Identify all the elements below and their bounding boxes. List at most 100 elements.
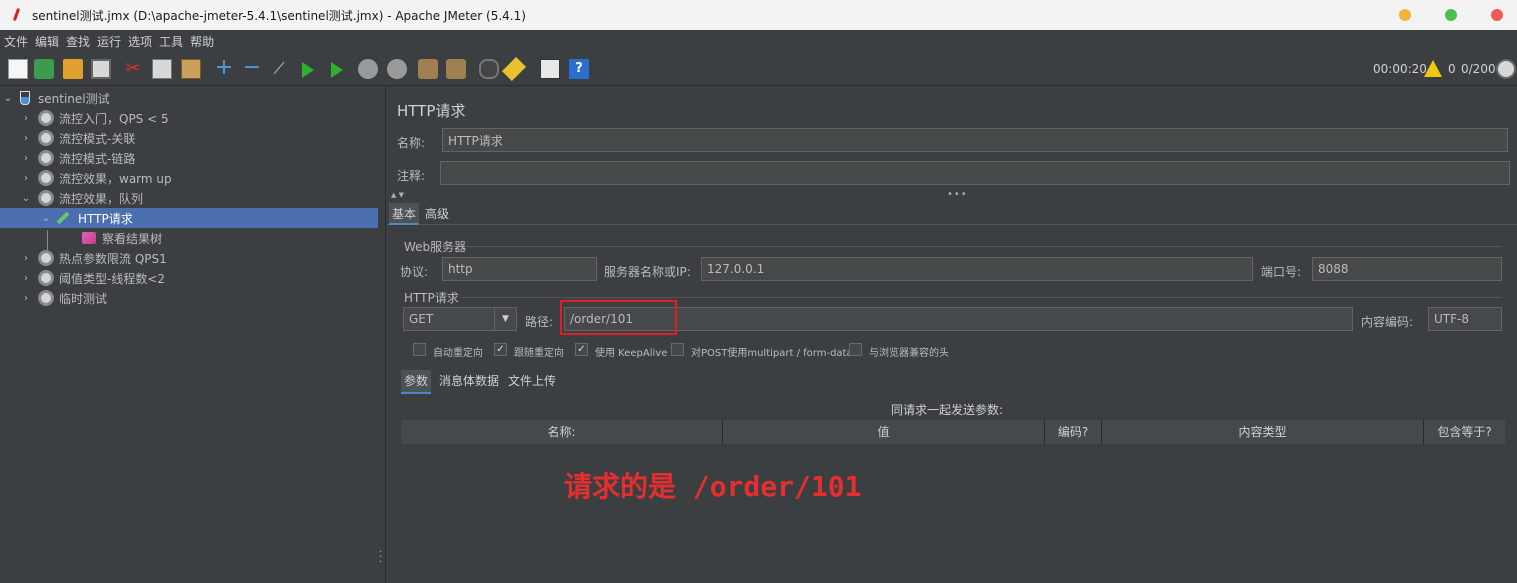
clear-icon[interactable] [418, 59, 438, 79]
gear-icon [38, 110, 54, 126]
tab-basic[interactable]: 基本 [389, 203, 420, 225]
highlight-box [560, 300, 677, 335]
column-header-value[interactable]: 值 [723, 420, 1045, 444]
port-label: 端口号: [1261, 265, 1302, 279]
checkbox-label: 跟随重定向 [514, 348, 564, 359]
tab-advanced[interactable]: 高级 [422, 203, 452, 225]
tree-item-thread-group[interactable]: › 流控模式-关联 [20, 128, 135, 148]
tree-item-thread-group[interactable]: › 流控入门，QPS < 5 [20, 108, 169, 128]
tree-item-label: 流控效果，warm up [59, 171, 172, 186]
open-icon[interactable] [63, 59, 83, 79]
browser-headers-checkbox[interactable] [849, 343, 862, 356]
tree-item-thread-group[interactable]: › 临时测试 [20, 288, 107, 308]
tab-parameters[interactable]: 参数 [401, 370, 432, 394]
chevron-down-icon[interactable]: ⌄ [40, 213, 52, 224]
tree-item-label: 察看结果树 [102, 231, 163, 246]
collapse-bar[interactable]: ▲ ▼ ••• [387, 189, 1517, 201]
tree-item-thread-group[interactable]: ⌄ 流控效果，队列 [20, 188, 143, 208]
comment-field[interactable] [440, 161, 1510, 185]
close-button[interactable] [1491, 9, 1503, 21]
tree-item-label: 流控效果，队列 [59, 191, 144, 206]
active-threads: 0/200 [1461, 62, 1496, 76]
tree-item-label: 流控模式-链路 [59, 151, 136, 166]
search-icon[interactable] [479, 59, 499, 79]
collapse-icon[interactable]: − [242, 57, 262, 79]
multipart-checkbox[interactable] [671, 343, 684, 356]
chevron-right-icon[interactable]: › [20, 173, 32, 184]
save-icon[interactable] [91, 59, 111, 79]
drag-handle-icon[interactable]: ••• [947, 189, 968, 200]
tree-item-thread-group[interactable]: › 阈值类型-线程数<2 [20, 268, 165, 288]
splitter-grip-icon[interactable]: · · · [379, 548, 382, 568]
menu-file[interactable]: 文件 [4, 33, 28, 50]
tree-item-http-request[interactable]: ⌄ HTTP请求 [0, 208, 378, 228]
tree-item-thread-group[interactable]: › 热点参数限流 QPS1 [20, 248, 167, 268]
chevron-right-icon[interactable]: › [20, 133, 32, 144]
chevron-down-icon[interactable]: ⌄ [2, 93, 14, 104]
auto-redirect-checkbox[interactable] [413, 343, 426, 356]
chevron-right-icon[interactable]: › [20, 113, 32, 124]
reset-search-icon[interactable] [501, 56, 527, 82]
path-field[interactable]: /order/101 [564, 307, 1353, 331]
split-pane-divider[interactable] [378, 87, 386, 583]
cut-icon[interactable]: ✂ [123, 59, 143, 79]
remote-engines-icon[interactable] [1496, 59, 1516, 79]
menu-help[interactable]: 帮助 [190, 33, 214, 50]
tree-item-thread-group[interactable]: › 流控模式-链路 [20, 148, 135, 168]
column-header-include-equals[interactable]: 包含等于? [1424, 420, 1505, 444]
warning-icon[interactable] [1424, 60, 1442, 77]
http-request-panel: HTTP请求 名称: HTTP请求 注释: ▲ ▼ ••• 基本 高级 Web服… [387, 87, 1517, 583]
menu-tools[interactable]: 工具 [159, 33, 183, 50]
new-icon[interactable] [8, 59, 28, 79]
panel-title: HTTP请求 [397, 102, 466, 120]
chevron-right-icon[interactable]: › [20, 253, 32, 264]
server-field[interactable]: 127.0.0.1 [701, 257, 1253, 281]
keepalive-checkbox[interactable]: ✓ [575, 343, 588, 356]
protocol-field[interactable]: http [442, 257, 597, 281]
maximize-button[interactable] [1445, 9, 1457, 21]
tab-body-data[interactable]: 消息体数据 [436, 370, 502, 394]
tree-root[interactable]: ⌄ sentinel测试 [2, 88, 110, 108]
clear-all-icon[interactable] [446, 59, 466, 79]
templates-icon[interactable] [34, 59, 54, 79]
http-sampler-icon [56, 211, 70, 225]
function-helper-icon[interactable] [540, 59, 560, 79]
column-header-content-type[interactable]: 内容类型 [1102, 420, 1424, 444]
menu-bar: 文件 编辑 查找 运行 选项 工具 帮助 [0, 30, 1517, 52]
minimize-button[interactable] [1399, 9, 1411, 21]
stop-icon[interactable] [358, 59, 378, 79]
chevron-right-icon[interactable]: › [20, 293, 32, 304]
copy-icon[interactable] [152, 59, 172, 79]
checkbox-label: 与浏览器兼容的头 [869, 348, 949, 359]
column-header-name[interactable]: 名称: [401, 420, 723, 444]
tab-file-upload[interactable]: 文件上传 [505, 370, 559, 394]
menu-search[interactable]: 查找 [66, 33, 90, 50]
start-no-timers-icon[interactable] [331, 62, 343, 78]
follow-redirect-checkbox[interactable]: ✓ [494, 343, 507, 356]
paste-icon[interactable] [181, 59, 201, 79]
collapse-arrows-icon[interactable]: ▲ ▼ [391, 191, 404, 199]
shutdown-icon[interactable] [387, 59, 407, 79]
test-plan-tree: ⌄ sentinel测试 › 流控入门，QPS < 5 › 流控模式-关联 › … [0, 87, 378, 583]
tree-connector [47, 230, 48, 250]
elapsed-time: 00:00:20 [1373, 62, 1427, 76]
tree-item-result-tree[interactable]: 察看结果树 [80, 228, 162, 248]
encoding-field[interactable]: UTF-8 [1428, 307, 1502, 331]
chevron-right-icon[interactable]: › [20, 153, 32, 164]
tree-item-thread-group[interactable]: › 流控效果，warm up [20, 168, 172, 188]
chevron-right-icon[interactable]: › [20, 273, 32, 284]
menu-options[interactable]: 选项 [128, 33, 152, 50]
menu-edit[interactable]: 编辑 [35, 33, 59, 50]
chevron-down-icon[interactable]: ▼ [494, 308, 516, 330]
expand-icon[interactable]: + [214, 57, 234, 79]
toggle-icon[interactable]: ⟋ [269, 59, 289, 79]
start-icon[interactable] [302, 62, 314, 78]
port-field[interactable]: 8088 [1312, 257, 1502, 281]
tree-item-label: HTTP请求 [78, 211, 133, 226]
name-field[interactable]: HTTP请求 [442, 128, 1508, 152]
help-icon[interactable]: ? [569, 59, 589, 79]
menu-run[interactable]: 运行 [97, 33, 121, 50]
method-select[interactable]: GET ▼ [403, 307, 517, 331]
column-header-encode[interactable]: 编码? [1045, 420, 1102, 444]
chevron-down-icon[interactable]: ⌄ [20, 193, 32, 204]
